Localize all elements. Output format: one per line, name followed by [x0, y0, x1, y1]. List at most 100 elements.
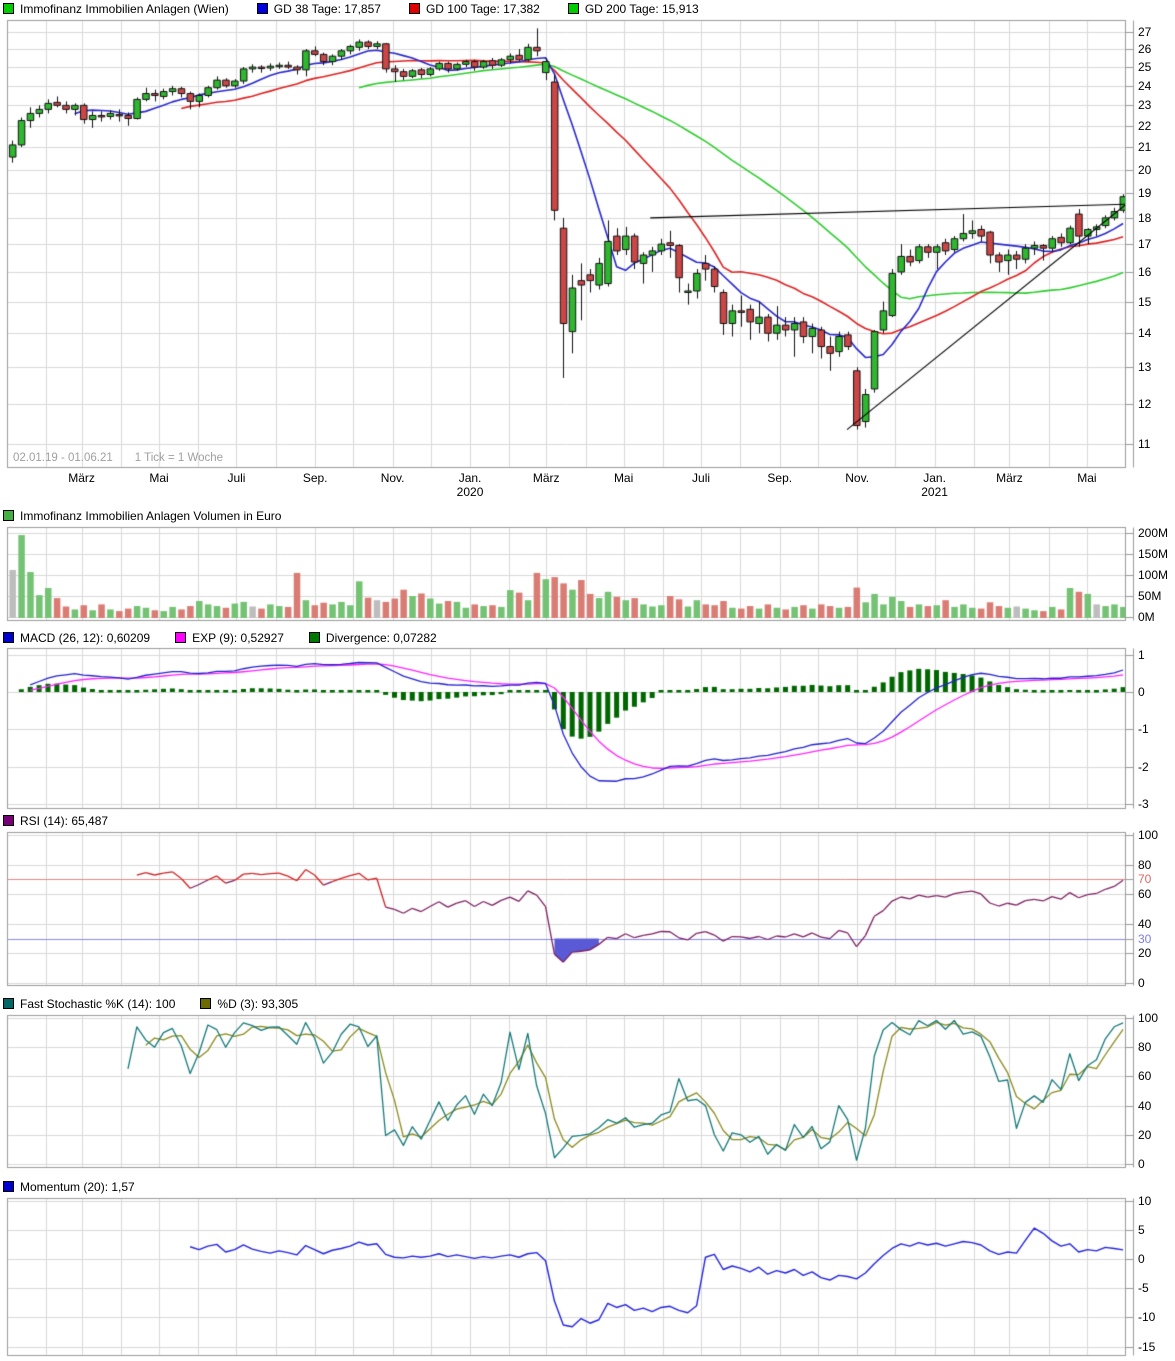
- macd-divergence-label: Divergence: 0,07282: [326, 631, 437, 645]
- price-axis-label: 12: [1138, 397, 1151, 411]
- price-axis-label: 25: [1138, 60, 1151, 74]
- rsi-legend-item: RSI (14): 65,487: [3, 814, 108, 828]
- volume-axis-label: 0M: [1138, 610, 1155, 624]
- stochastic-k-chip-icon: [3, 998, 14, 1009]
- price-panel-legend: Immofinanz Immobilien Anlagen (Wien) GD …: [3, 2, 727, 15]
- macd-chip-icon: [3, 632, 14, 643]
- macd-exp-label: EXP (9): 0,52927: [192, 631, 284, 645]
- x-axis-year-label: 2020: [448, 485, 492, 499]
- volume-axis-label: 100M: [1138, 568, 1168, 582]
- stochastic-d-label: %D (3): 93,305: [217, 997, 298, 1011]
- macd-axis-label: -2: [1138, 760, 1149, 774]
- price-axis-label: 14: [1138, 326, 1151, 340]
- rsi-axis-label: 80: [1138, 858, 1151, 872]
- volume-legend-item: Immofinanz Immobilien Anlagen Volumen in…: [3, 509, 281, 523]
- volume-panel-legend: Immofinanz Immobilien Anlagen Volumen in…: [3, 509, 309, 522]
- price-axis-label: 27: [1138, 25, 1151, 39]
- x-axis-month-label: Sep.: [293, 471, 337, 485]
- instrument-legend-item: Immofinanz Immobilien Anlagen (Wien): [3, 2, 229, 16]
- macd-label: MACD (26, 12): 0,60209: [20, 631, 150, 645]
- price-axis-label: 19: [1138, 186, 1151, 200]
- x-axis-month-label: Mai: [1065, 471, 1109, 485]
- x-axis-month-label: Nov.: [835, 471, 879, 485]
- price-axis-label: 23: [1138, 98, 1151, 112]
- price-axis-label: 20: [1138, 163, 1151, 177]
- momentum-chip-icon: [3, 1181, 14, 1192]
- rsi-axis-label: 20: [1138, 946, 1151, 960]
- macd-exp-chip-icon: [175, 632, 186, 643]
- gd38-label: GD 38 Tage: 17,857: [274, 2, 381, 16]
- gd200-legend-item: GD 200 Tage: 15,913: [568, 2, 699, 16]
- stochastic-axis-label: 80: [1138, 1040, 1151, 1054]
- stochastic-axis-label: 0: [1138, 1157, 1145, 1171]
- instrument-chip-icon: [3, 3, 14, 14]
- price-axis-label: 16: [1138, 265, 1151, 279]
- macd-exp-legend-item: EXP (9): 0,52927: [175, 631, 284, 645]
- rsi-axis-label: 70: [1138, 872, 1151, 886]
- range-note: 02.01.19 - 01.06.21 1 Tick = 1 Woche: [13, 452, 245, 464]
- price-axis-label: 18: [1138, 211, 1151, 225]
- macd-axis-label: 0: [1138, 685, 1145, 699]
- x-axis-month-label: Sep.: [758, 471, 802, 485]
- stochastic-axis-label: 20: [1138, 1128, 1151, 1142]
- macd-panel-legend: MACD (26, 12): 0,60209 EXP (9): 0,52927 …: [3, 631, 465, 644]
- gd200-chip-icon: [568, 3, 579, 14]
- x-axis-month-label: Nov.: [371, 471, 415, 485]
- stock-analysis-chart: Immofinanz Immobilien Anlagen (Wien) GD …: [0, 0, 1175, 1361]
- volume-chip-icon: [3, 510, 14, 521]
- price-axis-label: 22: [1138, 119, 1151, 133]
- macd-axis-label: 1: [1138, 648, 1145, 662]
- macd-legend-item: MACD (26, 12): 0,60209: [3, 631, 150, 645]
- stochastic-axis-label: 100: [1138, 1011, 1158, 1025]
- rsi-axis-label: 100: [1138, 828, 1158, 842]
- price-axis-label: 11: [1138, 437, 1150, 451]
- gd100-label: GD 100 Tage: 17,382: [426, 2, 540, 16]
- rsi-axis-label: 0: [1138, 976, 1145, 990]
- macd-divergence-chip-icon: [309, 632, 320, 643]
- tick-interval: 1 Tick = 1 Woche: [135, 452, 223, 464]
- x-axis-month-label: Jan.: [448, 471, 492, 485]
- date-range: 02.01.19 - 01.06.21: [13, 452, 113, 464]
- gd100-chip-icon: [409, 3, 420, 14]
- x-axis-month-label: Juli: [679, 471, 723, 485]
- volume-axis-label: 50M: [1138, 589, 1161, 603]
- rsi-axis-label: 40: [1138, 917, 1151, 931]
- macd-axis-label: -1: [1138, 722, 1149, 736]
- x-axis-month-label: Juli: [214, 471, 258, 485]
- x-axis-month-label: März: [524, 471, 568, 485]
- x-axis-month-label: März: [987, 471, 1031, 485]
- rsi-axis-label: 60: [1138, 887, 1151, 901]
- rsi-axis-label: 30: [1138, 932, 1151, 946]
- x-axis-month-label: Jan.: [913, 471, 957, 485]
- volume-axis-label: 200M: [1138, 526, 1168, 540]
- momentum-axis-label: 5: [1138, 1223, 1145, 1237]
- stochastic-d-chip-icon: [200, 998, 211, 1009]
- stochastic-axis-label: 60: [1138, 1069, 1151, 1083]
- momentum-panel-legend: Momentum (20): 1,57: [3, 1180, 163, 1193]
- gd38-legend-item: GD 38 Tage: 17,857: [257, 2, 381, 16]
- macd-axis-label: -3: [1138, 797, 1149, 811]
- price-axis-label: 26: [1138, 42, 1151, 56]
- x-axis-month-label: Mai: [137, 471, 181, 485]
- stochastic-axis-label: 40: [1138, 1099, 1151, 1113]
- volume-axis-label: 150M: [1138, 547, 1168, 561]
- stochastic-k-legend-item: Fast Stochastic %K (14): 100: [3, 997, 175, 1011]
- stochastic-d-legend-item: %D (3): 93,305: [200, 997, 298, 1011]
- rsi-panel-legend: RSI (14): 65,487: [3, 814, 136, 827]
- momentum-legend-item: Momentum (20): 1,57: [3, 1180, 135, 1194]
- momentum-axis-label: -15: [1138, 1340, 1155, 1354]
- instrument-name: Immofinanz Immobilien Anlagen (Wien): [20, 2, 229, 16]
- momentum-label: Momentum (20): 1,57: [20, 1180, 135, 1194]
- x-axis-month-label: März: [60, 471, 104, 485]
- x-axis-month-label: Mai: [602, 471, 646, 485]
- momentum-axis-label: 10: [1138, 1194, 1151, 1208]
- chart-canvas: [0, 0, 1175, 1361]
- momentum-axis-label: -5: [1138, 1281, 1149, 1295]
- macd-divergence-legend-item: Divergence: 0,07282: [309, 631, 437, 645]
- rsi-chip-icon: [3, 815, 14, 826]
- price-axis-label: 24: [1138, 79, 1151, 93]
- price-axis-label: 15: [1138, 295, 1151, 309]
- stochastic-panel-legend: Fast Stochastic %K (14): 100 %D (3): 93,…: [3, 997, 326, 1010]
- stochastic-k-label: Fast Stochastic %K (14): 100: [20, 997, 175, 1011]
- price-axis-label: 17: [1138, 237, 1151, 251]
